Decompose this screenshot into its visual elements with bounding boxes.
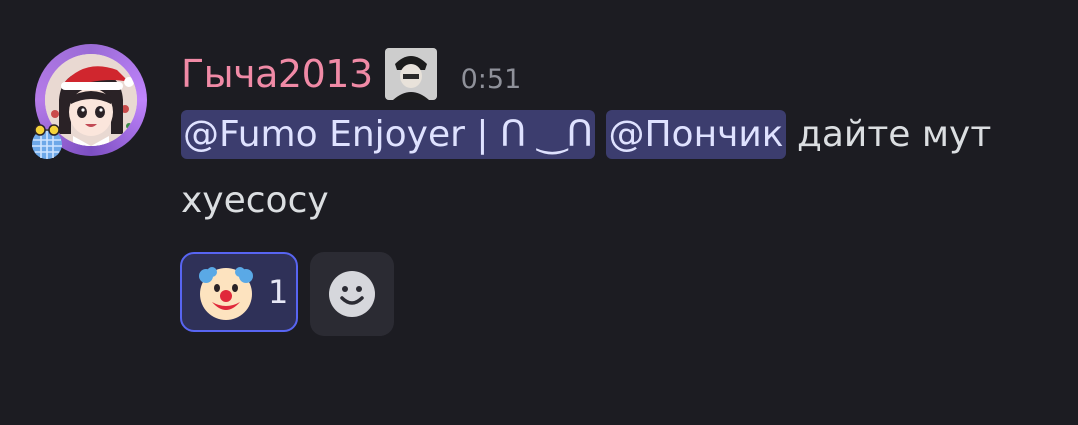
reactions-bar: 1 [180, 252, 394, 336]
role-icon[interactable] [384, 48, 437, 100]
message-header: Гыча2013 0:51 [181, 48, 521, 100]
add-reaction-button[interactable] [310, 252, 394, 336]
author-username[interactable]: Гыча2013 [181, 52, 373, 96]
role-photo-icon [384, 48, 437, 100]
reaction-clown[interactable]: 1 [180, 252, 298, 332]
message-timestamp: 0:51 [460, 63, 522, 95]
avatar[interactable] [27, 42, 151, 166]
message-content: @Fumo Enjoyer | ꓵ ‿ꓵ @Пончик дайте мут х… [181, 102, 1041, 234]
clown-face-icon [199, 267, 253, 320]
user-mention-fumo-enjoyer[interactable]: @Fumo Enjoyer | ꓵ ‿ꓵ [181, 110, 596, 159]
smiley-add-reaction-icon [329, 271, 375, 317]
reaction-count: 1 [268, 273, 289, 311]
user-mention-ponchik[interactable]: @Пончик [606, 110, 786, 159]
disco-ball-icon [32, 124, 62, 159]
message-view: Гыча2013 0:51 @Fumo Enjoyer | ꓵ ‿ꓵ @Понч… [0, 0, 1078, 425]
